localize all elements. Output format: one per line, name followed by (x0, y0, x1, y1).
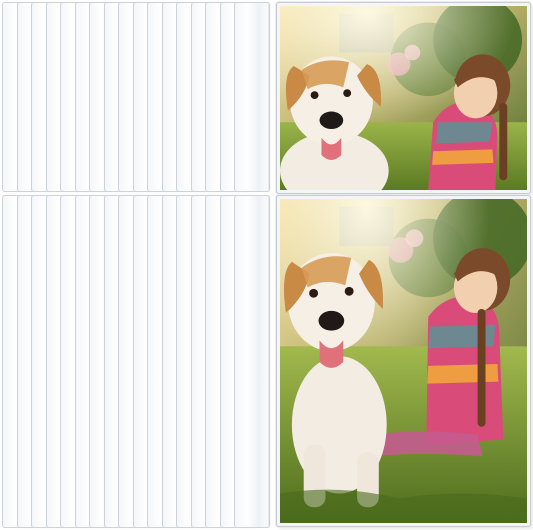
empty-sleeve (234, 2, 270, 192)
dog-and-girl-photo-bottom (280, 199, 527, 523)
photo-sleeve-top (276, 2, 531, 194)
dog-and-girl-photo-top (280, 6, 527, 190)
empty-sleeve-stack-top (0, 0, 280, 194)
empty-sleeve (234, 195, 270, 528)
empty-sleeve-stack-bottom (0, 193, 280, 530)
product-image (0, 0, 533, 530)
photo-sleeve-bottom (276, 195, 531, 527)
